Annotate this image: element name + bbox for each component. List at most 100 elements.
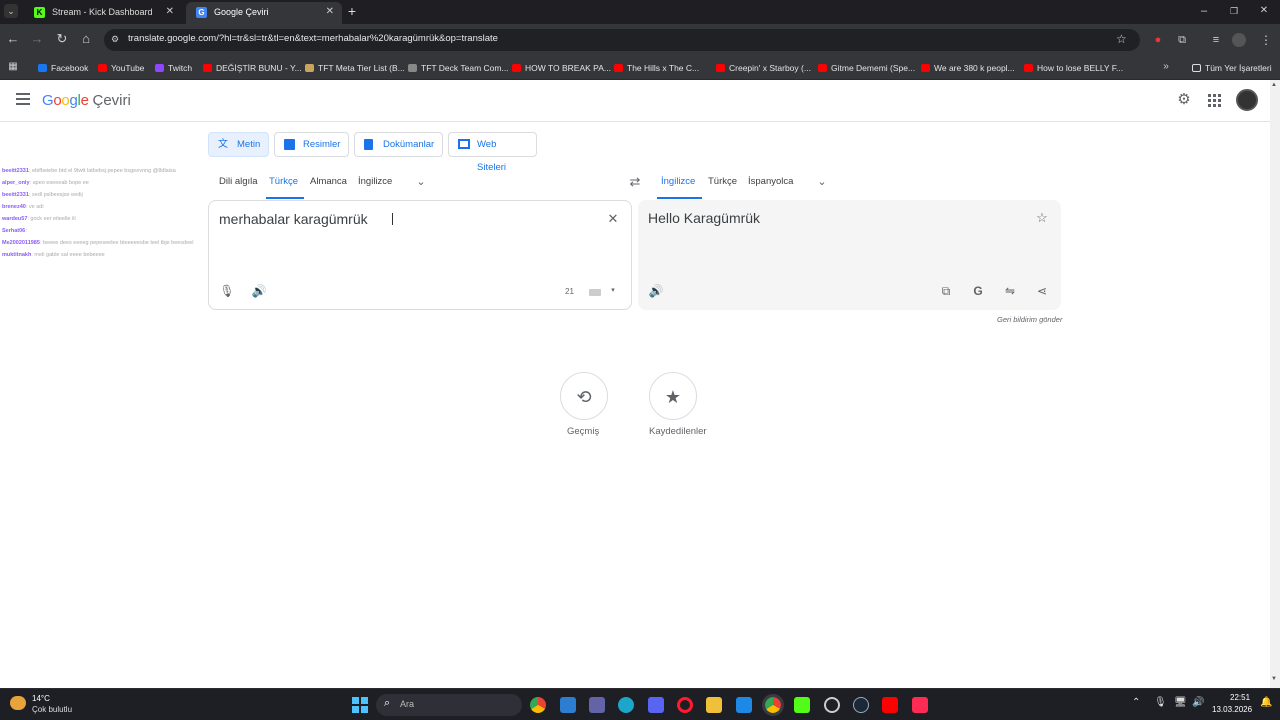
- new-tab-icon[interactable]: +: [344, 4, 360, 20]
- clear-source-icon[interactable]: ✕: [605, 211, 621, 227]
- browser-menu-icon[interactable]: ⋮: [1258, 33, 1274, 49]
- bookmark-item[interactable]: TFT Deck Team Com...: [408, 60, 509, 76]
- extensions-puzzle-icon[interactable]: ⧉: [1174, 33, 1190, 49]
- chrome-active-icon[interactable]: [762, 694, 784, 716]
- mode-images-button[interactable]: Resimler: [274, 132, 349, 157]
- source-lang-more-chevron-icon[interactable]: ⌄: [413, 175, 429, 191]
- edge-icon[interactable]: [618, 697, 634, 713]
- clock-date[interactable]: 13.03.2026: [1212, 705, 1252, 714]
- close-window-icon[interactable]: ✕: [1256, 4, 1272, 20]
- tab-google-ceviri[interactable]: G Google Çeviri ✕: [186, 2, 342, 24]
- all-bookmarks-folder[interactable]: Tüm Yer İşaretleri: [1192, 60, 1272, 76]
- page-scrollbar[interactable]: ▲ ▼: [1270, 80, 1280, 688]
- more-bookmarks-icon[interactable]: »: [1158, 60, 1174, 76]
- scroll-down-icon[interactable]: ▼: [1271, 676, 1277, 682]
- keyboard-dropdown-icon[interactable]: ▾: [605, 283, 621, 299]
- address-bar[interactable]: ⚙ translate.google.com/?hl=tr&sl=tr&tl=e…: [104, 29, 1140, 51]
- microphone-icon[interactable]: 🎙: [219, 283, 235, 299]
- bookmark-item[interactable]: Creepin' x Starboy (...: [716, 60, 811, 76]
- all-bookmarks-label: Tüm Yer İşaretleri: [1205, 63, 1272, 73]
- close-tab-icon[interactable]: ✕: [326, 2, 334, 22]
- keyboard-icon[interactable]: [589, 289, 601, 296]
- source-text-input[interactable]: merhabalar karagümrük: [219, 211, 368, 227]
- account-avatar[interactable]: [1236, 89, 1258, 111]
- bookmark-item[interactable]: YouTube: [98, 60, 144, 76]
- file-explorer-icon[interactable]: [706, 697, 722, 713]
- apps-grid-icon[interactable]: ▦: [5, 60, 21, 76]
- source-lang-detect[interactable]: Dili algıla: [219, 176, 258, 187]
- chrome-icon[interactable]: [530, 697, 546, 713]
- bookmark-item[interactable]: How to lose BELLY F...: [1024, 60, 1123, 76]
- reload-icon[interactable]: ↻: [54, 32, 70, 48]
- main-menu-icon[interactable]: [16, 93, 30, 105]
- notification-bell-icon[interactable]: 🔔: [1260, 697, 1272, 708]
- tiktok-icon[interactable]: [912, 697, 928, 713]
- weather-widget[interactable]: 14°C Çok bulutlu: [10, 692, 100, 718]
- store-icon[interactable]: [560, 697, 576, 713]
- bookmark-item[interactable]: Gitme Dememi (Spe...: [818, 60, 915, 76]
- clock-time[interactable]: 22:51: [1230, 693, 1250, 702]
- mail-icon[interactable]: [736, 697, 752, 713]
- history-button[interactable]: ⟲: [560, 372, 608, 420]
- restore-icon[interactable]: ❐: [1226, 4, 1242, 20]
- mode-documents-button[interactable]: Dokümanlar: [354, 132, 443, 157]
- minimize-icon[interactable]: –: [1196, 4, 1212, 20]
- network-icon[interactable]: 🖥: [1174, 697, 1187, 708]
- extension-red-icon[interactable]: ●: [1150, 33, 1166, 49]
- swap-languages-icon[interactable]: ⇄: [627, 175, 643, 191]
- bookmark-favicon-icon: [155, 64, 164, 72]
- mode-websites-button[interactable]: Web Siteleri: [448, 132, 537, 173]
- settings-gear-icon[interactable]: ⚙: [1176, 92, 1192, 109]
- tab-kick-dashboard[interactable]: K Stream - Kick Dashboard ✕: [24, 2, 182, 24]
- bookmark-item[interactable]: TFT Meta Tier List (B...: [305, 60, 405, 76]
- profile-avatar-icon[interactable]: [1232, 33, 1246, 47]
- discord-icon[interactable]: [648, 697, 664, 713]
- source-lang-german[interactable]: Almanca: [310, 176, 347, 187]
- target-lang-more-chevron-icon[interactable]: ⌄: [814, 175, 830, 191]
- media-control-icon[interactable]: ≡: [1208, 33, 1224, 49]
- start-windows-icon[interactable]: [352, 697, 368, 713]
- tab-search-chevron-icon[interactable]: ⌄: [4, 4, 18, 18]
- bookmark-star-icon[interactable]: ☆: [1116, 32, 1127, 46]
- listen-translation-icon[interactable]: 🔊: [648, 283, 664, 299]
- back-icon[interactable]: ←: [5, 32, 21, 48]
- bookmark-item[interactable]: DEĞİŞTİR BUNU - Y...: [203, 60, 302, 76]
- google-translate-logo[interactable]: Google Çeviri: [42, 92, 131, 109]
- volume-icon[interactable]: 🔊: [1192, 697, 1204, 708]
- close-tab-icon[interactable]: ✕: [166, 2, 174, 22]
- bookmark-item[interactable]: The Hills x The C...: [614, 60, 699, 76]
- show-hidden-icons-chevron[interactable]: ⌃: [1132, 697, 1140, 708]
- opera-icon[interactable]: [677, 697, 693, 713]
- share-translation-icon[interactable]: ⋖: [1034, 283, 1050, 299]
- bookmark-item[interactable]: We are 380 k peopl...: [921, 60, 1015, 76]
- app-circle-icon[interactable]: [824, 697, 840, 713]
- saved-button[interactable]: ★: [649, 372, 697, 420]
- target-lang-english[interactable]: İngilizce: [661, 176, 695, 187]
- rate-translation-icon[interactable]: ⇋: [1002, 283, 1018, 299]
- site-info-icon[interactable]: ⚙: [111, 34, 119, 45]
- teams-icon[interactable]: [589, 697, 605, 713]
- kick-app-icon[interactable]: [794, 697, 810, 713]
- microphone-tray-icon[interactable]: 🎙: [1154, 697, 1167, 708]
- google-apps-icon[interactable]: [1208, 94, 1221, 107]
- bookmark-item[interactable]: Facebook: [38, 60, 88, 76]
- taskbar-search-box[interactable]: ⌕ Ara: [376, 694, 522, 716]
- source-lang-turkish[interactable]: Türkçe: [269, 176, 298, 187]
- youtube-app-icon[interactable]: [882, 697, 898, 713]
- bookmark-item[interactable]: Twitch: [155, 60, 192, 76]
- google-search-icon[interactable]: G: [970, 283, 986, 299]
- steam-icon[interactable]: [853, 697, 869, 713]
- bookmark-label: Creepin' x Starboy (...: [729, 63, 811, 73]
- source-lang-english[interactable]: İngilizce: [358, 176, 392, 187]
- send-feedback-link[interactable]: Geri bildirim gönder: [997, 315, 1062, 324]
- scroll-up-icon[interactable]: ▲: [1271, 82, 1277, 88]
- home-icon[interactable]: ⌂: [78, 32, 94, 48]
- target-lang-turkish[interactable]: Türkçe: [708, 176, 737, 187]
- listen-source-icon[interactable]: 🔊: [251, 283, 267, 299]
- bookmark-item[interactable]: HOW TO BREAK PA...: [512, 60, 611, 76]
- mode-text-button[interactable]: 文 Metin: [208, 132, 269, 157]
- copy-translation-icon[interactable]: ⧉: [938, 283, 954, 299]
- save-translation-star-icon[interactable]: ☆: [1034, 210, 1050, 226]
- target-lang-spanish[interactable]: İspanyolca: [748, 176, 793, 187]
- forward-icon[interactable]: →: [29, 32, 45, 48]
